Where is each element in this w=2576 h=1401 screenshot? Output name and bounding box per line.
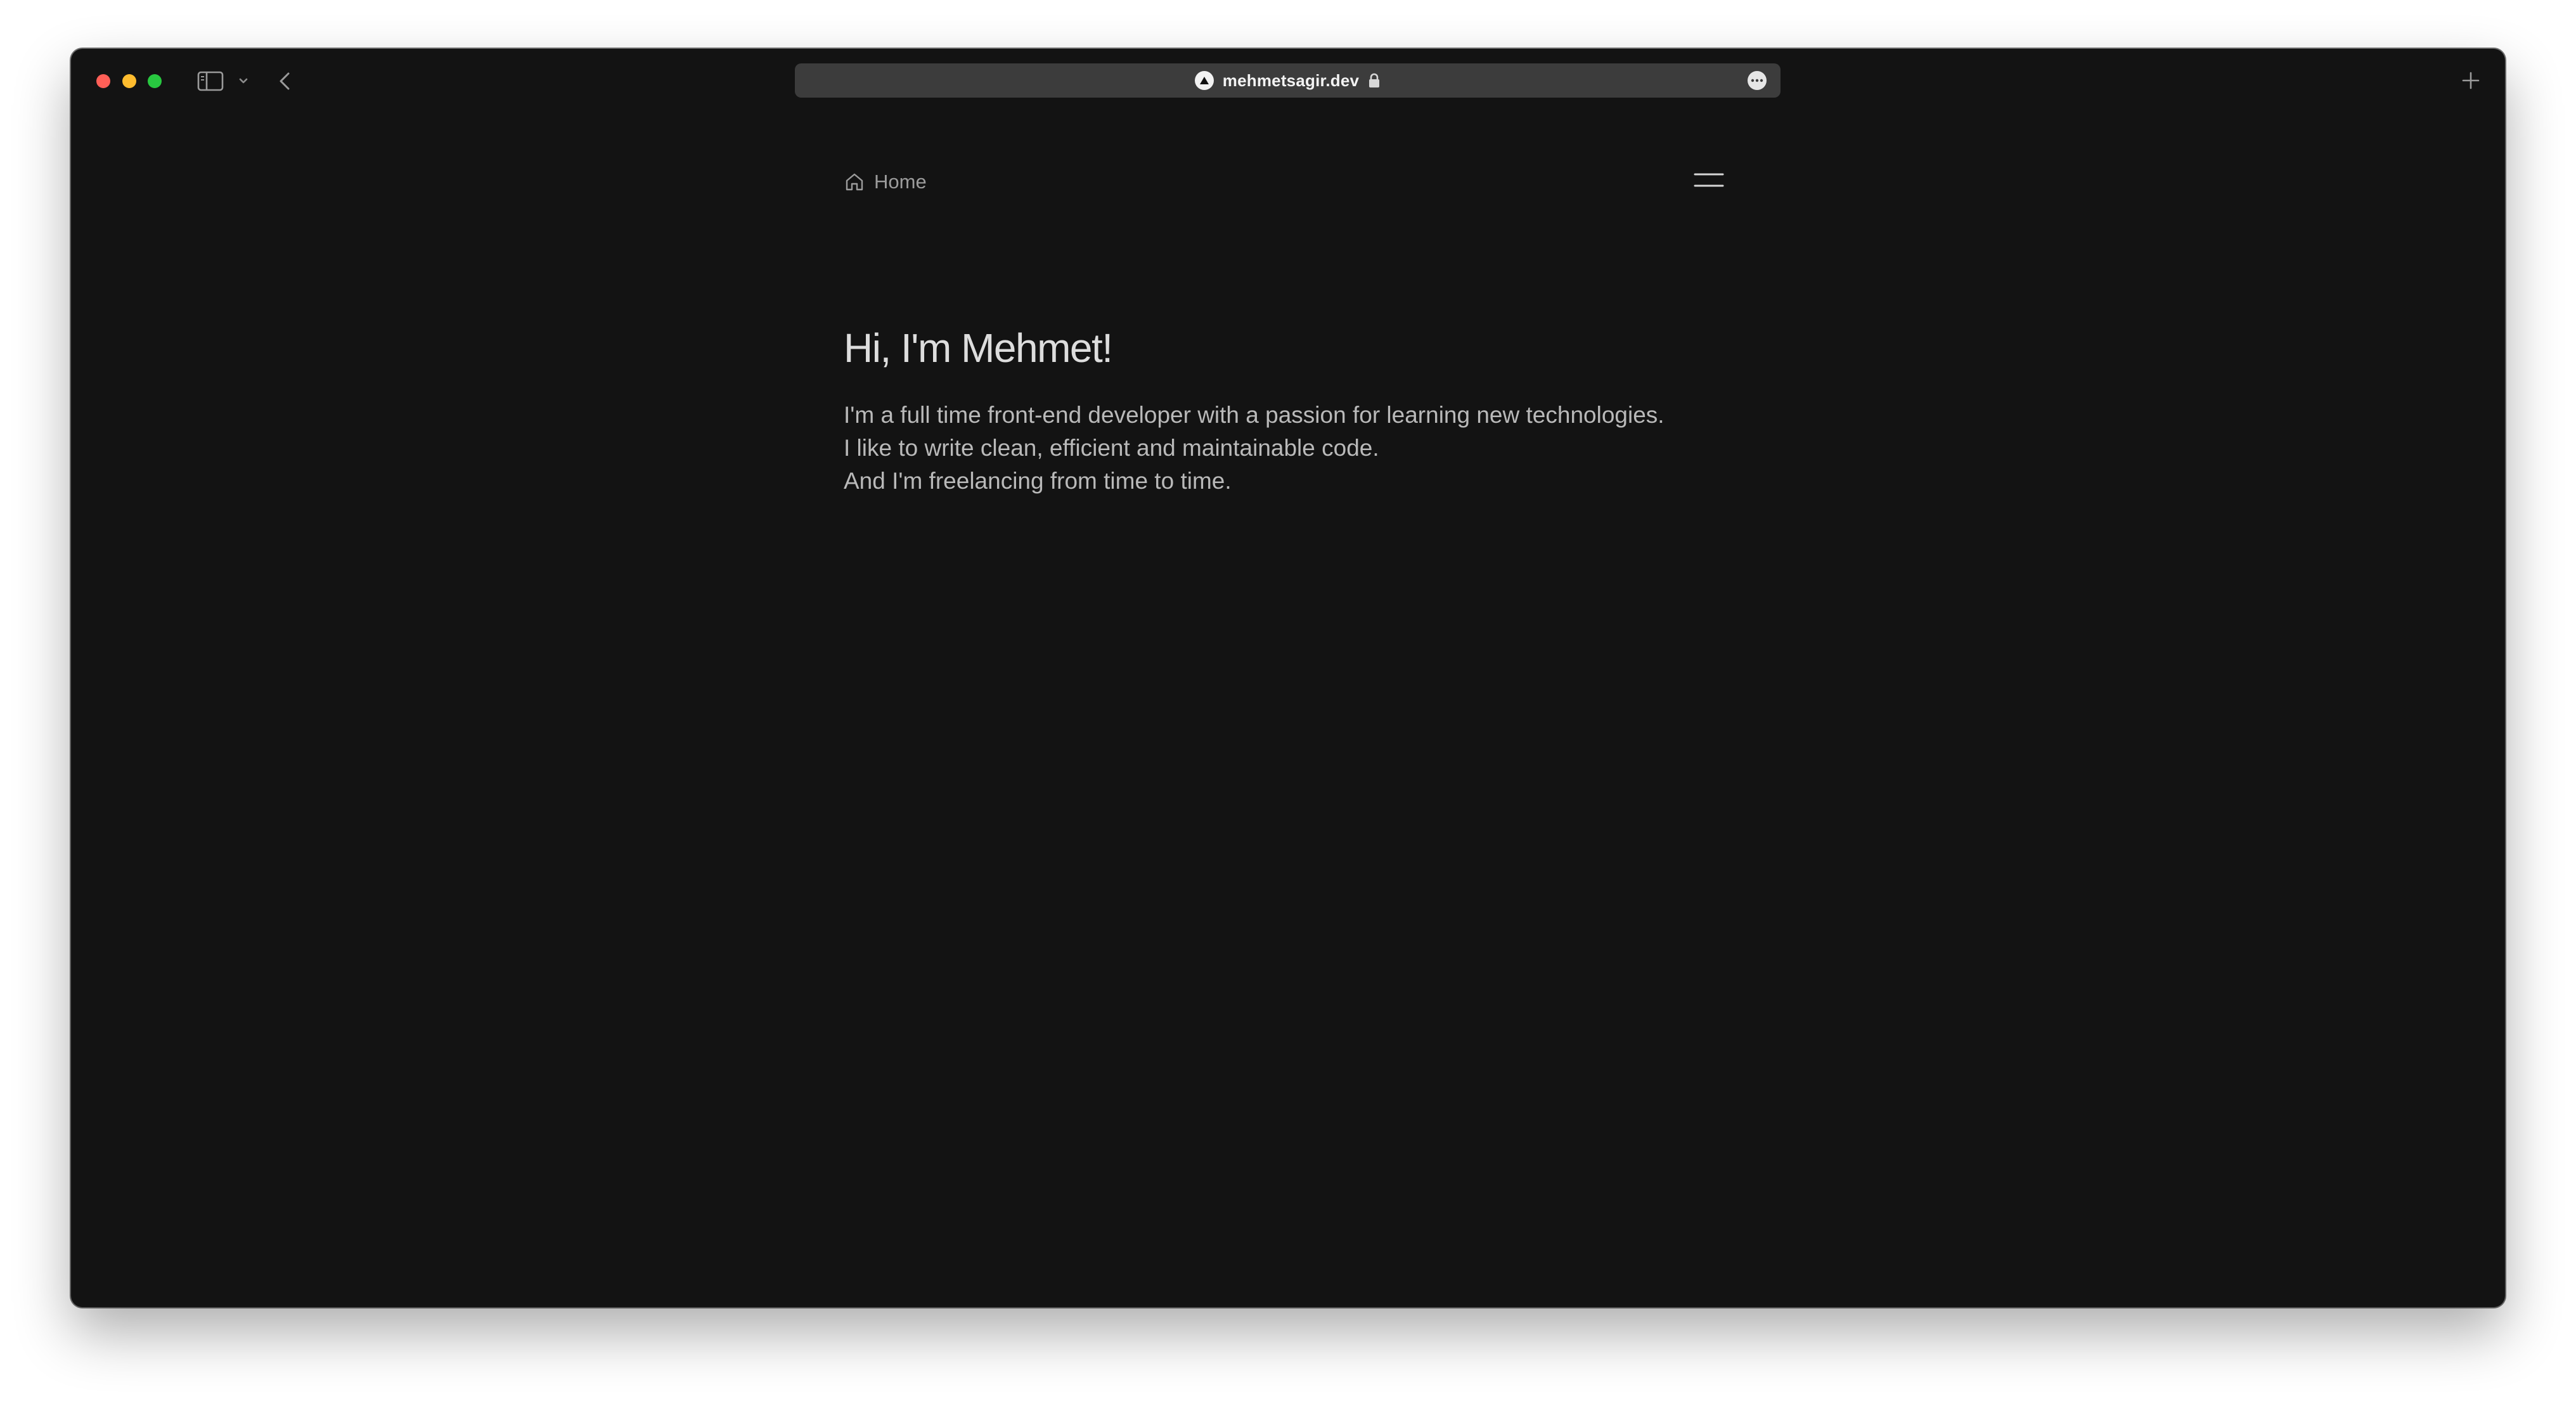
address-bar[interactable]: mehmetsagir.dev (795, 63, 1781, 98)
more-icon[interactable] (1748, 71, 1767, 90)
minimize-window-button[interactable] (122, 74, 136, 88)
home-link[interactable]: Home (844, 171, 927, 193)
chevron-down-icon[interactable] (235, 73, 252, 89)
home-icon (846, 173, 863, 191)
browser-window: mehmetsagir.dev Home Hi, I'm Mehmet! I'm… (71, 49, 2505, 1307)
site-nav: Home (844, 164, 1724, 202)
plus-icon[interactable] (2458, 68, 2483, 93)
lock-icon (1369, 73, 1380, 87)
browser-toolbar: mehmetsagir.dev (71, 49, 2505, 112)
home-link-label: Home (874, 171, 927, 193)
bio-line: I like to write clean, efficient and mai… (844, 435, 1379, 461)
bio-line: I'm a full time front-end developer with… (844, 402, 1665, 428)
url-text: mehmetsagir.dev (1222, 70, 1360, 90)
hamburger-menu-icon[interactable] (1694, 168, 1724, 192)
close-window-button[interactable] (96, 74, 110, 88)
triangle-logo-icon (1194, 71, 1214, 90)
address-bar-content: mehmetsagir.dev (795, 63, 1781, 98)
bio: I'm a full time front-end developer with… (844, 399, 1794, 498)
maximize-window-button[interactable] (148, 74, 162, 88)
bio-line: And I'm freelancing from time to time. (844, 468, 1232, 494)
page-content: Home Hi, I'm Mehmet! I'm a full time fro… (71, 112, 2505, 1307)
page-title: Hi, I'm Mehmet! (844, 325, 1113, 371)
hero-section: Hi, I'm Mehmet! I'm a full time front-en… (844, 328, 1794, 498)
sidebar-icon[interactable] (195, 70, 226, 93)
back-arrow-icon[interactable] (273, 68, 298, 94)
